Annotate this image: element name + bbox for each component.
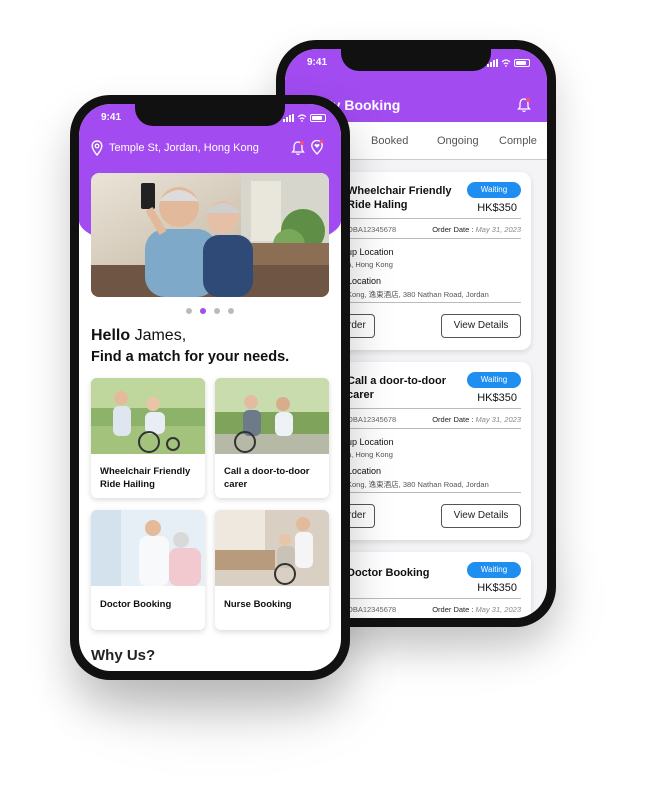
wifi-icon bbox=[501, 59, 511, 67]
service-label: Doctor Booking bbox=[100, 599, 172, 610]
order-date-value: May 31, 2023 bbox=[475, 605, 521, 614]
booking-card[interactable]: Call a door-to-door carer Waiting HK$350… bbox=[335, 362, 531, 540]
service-card-carer[interactable]: Call a door-to-door carer bbox=[215, 378, 329, 498]
home-screen: 9:41 Temple St, Jordan, Hong Kong Hello … bbox=[79, 104, 341, 671]
tab-ongoing[interactable]: Ongoing bbox=[437, 135, 479, 147]
battery-icon bbox=[310, 114, 326, 122]
order-date: Order Date : May 31, 2023 bbox=[432, 605, 521, 614]
phone-notch bbox=[135, 104, 285, 126]
order-date-value: May 31, 2023 bbox=[475, 225, 521, 234]
booking-ref: OBA12345678 bbox=[347, 225, 397, 234]
booking-price: HK$350 bbox=[477, 202, 517, 214]
divider bbox=[347, 428, 521, 429]
service-card-wheelchair[interactable]: Wheelchair Friendly Ride Hailing bbox=[91, 378, 205, 498]
status-time: 9:41 bbox=[101, 112, 122, 123]
service-photo bbox=[215, 378, 329, 454]
tab-completed[interactable]: Comple bbox=[499, 135, 537, 147]
carousel-dot[interactable] bbox=[228, 308, 234, 314]
tabs-divider bbox=[343, 159, 547, 160]
greeting: Hello James, bbox=[91, 327, 186, 345]
phone-notch bbox=[341, 49, 491, 71]
order-date-label: Order Date : bbox=[432, 605, 474, 614]
order-date: Order Date : May 31, 2023 bbox=[432, 225, 521, 234]
booking-title: Call a door-to-door carer bbox=[347, 375, 446, 401]
order-date-label: Order Date : bbox=[432, 415, 474, 424]
tab-booked[interactable]: Booked bbox=[371, 135, 408, 147]
carousel-dot[interactable] bbox=[186, 308, 192, 314]
booking-price: HK$350 bbox=[477, 582, 517, 594]
service-photo bbox=[91, 510, 205, 586]
order-date: Order Date : May 31, 2023 bbox=[432, 415, 521, 424]
service-label: Wheelchair Friendly Ride Hailing bbox=[100, 466, 191, 490]
current-location[interactable]: Temple St, Jordan, Hong Kong bbox=[109, 142, 259, 154]
divider bbox=[347, 492, 521, 493]
pickup-label: up Location bbox=[347, 247, 394, 257]
greeting-name: James, bbox=[134, 327, 187, 344]
service-photo bbox=[215, 510, 329, 586]
hero-photo bbox=[91, 173, 329, 297]
pickup-label: up Location bbox=[347, 437, 394, 447]
heart-pin-icon[interactable] bbox=[310, 139, 324, 155]
status-badge: Waiting bbox=[467, 372, 521, 388]
service-label: Call a door-to-door carer bbox=[224, 466, 310, 490]
divider bbox=[347, 238, 521, 239]
dropoff-label: Location bbox=[347, 276, 382, 286]
bell-icon[interactable] bbox=[291, 140, 305, 156]
divider bbox=[347, 218, 521, 219]
bell-icon[interactable] bbox=[517, 97, 531, 113]
greeting-prefix: Hello bbox=[91, 327, 131, 344]
view-details-button[interactable]: View Details bbox=[441, 504, 521, 528]
dropoff-label: Location bbox=[347, 466, 382, 476]
home-phone: 9:41 Temple St, Jordan, Hong Kong Hello … bbox=[70, 95, 350, 680]
carousel-dot[interactable] bbox=[214, 308, 220, 314]
why-us-heading: Why Us? bbox=[91, 647, 156, 664]
battery-icon bbox=[514, 59, 530, 67]
view-details-button[interactable]: View Details bbox=[441, 314, 521, 338]
status-icons bbox=[283, 114, 326, 122]
order-date-value: May 31, 2023 bbox=[475, 415, 521, 424]
pickup-value: n, Hong Kong bbox=[347, 450, 393, 459]
booking-title: Doctor Booking bbox=[347, 567, 430, 579]
booking-ref: OBA12345678 bbox=[347, 415, 397, 424]
service-card-nurse[interactable]: Nurse Booking bbox=[215, 510, 329, 630]
status-badge: Waiting bbox=[467, 182, 521, 198]
divider bbox=[347, 408, 521, 409]
carousel-dots bbox=[79, 308, 341, 314]
booking-card[interactable]: Doctor Booking Waiting HK$350 OBA1234567… bbox=[335, 552, 531, 618]
service-card-doctor[interactable]: Doctor Booking bbox=[91, 510, 205, 630]
order-date-label: Order Date : bbox=[432, 225, 474, 234]
divider bbox=[347, 598, 521, 599]
dropoff-value: Kong, 逸東酒店, 380 Nathan Road, Jordan bbox=[347, 290, 489, 299]
status-badge: Waiting bbox=[467, 562, 521, 578]
signal-icon bbox=[487, 59, 498, 67]
status-icons bbox=[487, 59, 530, 67]
subheading: Find a match for your needs. bbox=[91, 349, 290, 365]
booking-ref: OBA12345678 bbox=[347, 605, 397, 614]
booking-price: HK$350 bbox=[477, 392, 517, 404]
service-photo bbox=[91, 378, 205, 454]
location-pin-icon[interactable] bbox=[91, 140, 103, 156]
booking-title: Wheelchair Friendly Ride Haling bbox=[347, 185, 452, 211]
status-time: 9:41 bbox=[307, 57, 328, 68]
pickup-value: n, Hong Kong bbox=[347, 260, 393, 269]
wifi-icon bbox=[297, 114, 307, 122]
signal-icon bbox=[283, 114, 294, 122]
divider bbox=[347, 302, 521, 303]
dropoff-value: Kong, 逸東酒店, 380 Nathan Road, Jordan bbox=[347, 480, 489, 489]
booking-card[interactable]: Wheelchair Friendly Ride Haling Waiting … bbox=[335, 172, 531, 350]
carousel-dot-active[interactable] bbox=[200, 308, 206, 314]
service-label: Nurse Booking bbox=[224, 599, 292, 610]
